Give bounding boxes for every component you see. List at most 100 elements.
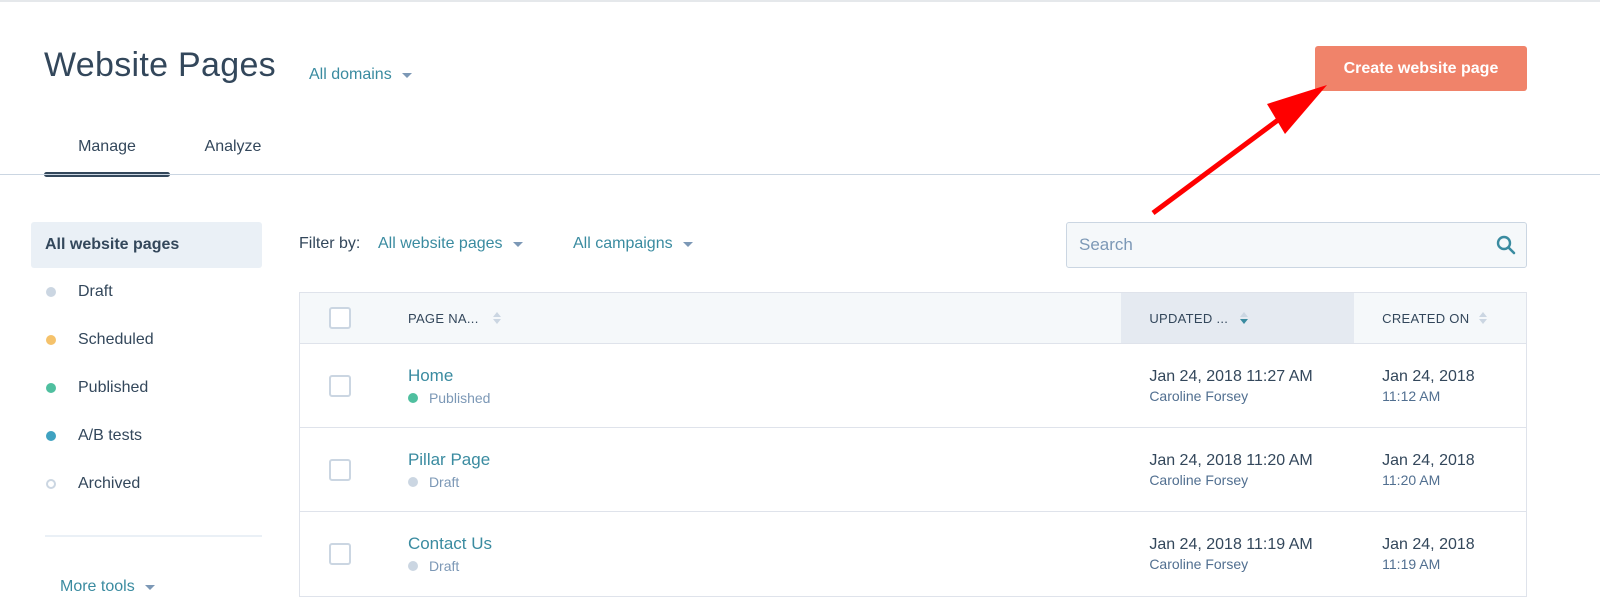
caret-down-icon: [144, 584, 155, 590]
created-cell: Jan 24, 2018 11:19 AM: [1354, 512, 1526, 596]
column-header-label: UPDATED ...: [1149, 310, 1229, 326]
sort-descending-icon: [1240, 312, 1249, 324]
sidebar-item-published[interactable]: Published: [31, 364, 262, 412]
sidebar-item-label: A/B tests: [78, 427, 143, 444]
created-time: 11:20 AM: [1382, 471, 1441, 488]
page-name-link[interactable]: Contact Us: [408, 534, 492, 554]
filter-by-label: Filter by:: [299, 235, 361, 252]
table-row: Pillar Page Draft Jan 24, 2018 11:20 AM …: [300, 428, 1526, 512]
top-border: [0, 0, 1600, 2]
campaign-filter-label: All campaigns: [573, 235, 673, 252]
column-header-page-name[interactable]: PAGE NA...: [408, 293, 1121, 343]
domain-dropdown-label: All domains: [309, 66, 392, 83]
tab-analyze[interactable]: Analyze: [170, 130, 296, 176]
row-checkbox[interactable]: [329, 543, 351, 565]
status-dot-icon: [407, 561, 418, 571]
row-checkbox[interactable]: [329, 374, 351, 397]
updated-cell: Jan 24, 2018 11:19 AM Caroline Forsey: [1121, 512, 1354, 596]
select-all-cell: [300, 293, 408, 343]
status-dot-icon: [46, 431, 56, 441]
search-input[interactable]: [1079, 235, 1486, 255]
sidebar-item-label: Draft: [78, 283, 113, 300]
status-dot-icon: [407, 392, 418, 403]
status-label: Draft: [428, 473, 460, 490]
created-time: 11:12 AM: [1382, 387, 1441, 404]
column-header-created-on[interactable]: CREATED ON: [1354, 293, 1526, 343]
created-time: 11:19 AM: [1382, 556, 1441, 572]
created-cell: Jan 24, 2018 11:20 AM: [1354, 428, 1526, 511]
sidebar-item-draft[interactable]: Draft: [31, 268, 262, 316]
create-website-page-button[interactable]: Create website page: [1315, 46, 1527, 91]
table-row: Contact Us Draft Jan 24, 2018 11:19 AM C…: [300, 512, 1526, 596]
status-label: Draft: [428, 558, 460, 574]
sidebar-item-label: Scheduled: [78, 331, 154, 348]
column-header-label: CREATED ON: [1382, 310, 1470, 326]
search-icon[interactable]: [1486, 223, 1526, 267]
tab-manage-label: Manage: [78, 138, 136, 155]
status-badge: Draft: [407, 558, 460, 574]
sidebar-divider: [45, 535, 262, 537]
annotation-arrow-head-icon: [1267, 85, 1327, 134]
updated-date: Jan 24, 2018 11:19 AM: [1149, 536, 1313, 553]
status-label: Published: [428, 389, 491, 406]
campaign-filter-dropdown[interactable]: All campaigns: [573, 235, 693, 253]
page-type-filter-dropdown[interactable]: All website pages: [378, 235, 523, 253]
page-type-filter-label: All website pages: [378, 235, 503, 252]
sidebar-item-label: Published: [78, 379, 149, 396]
tab-analyze-label: Analyze: [204, 138, 262, 155]
created-date: Jan 24, 2018: [1382, 367, 1475, 385]
sidebar-item-archived[interactable]: Archived: [31, 460, 262, 508]
row-select-cell: [300, 344, 408, 427]
status-dot-icon: [46, 287, 56, 297]
sidebar: All website pages Draft Scheduled Publis…: [31, 222, 262, 537]
created-date: Jan 24, 2018: [1382, 451, 1475, 469]
status-dot-icon: [46, 335, 56, 345]
status-dot-icon: [46, 383, 56, 393]
status-dot-icon: [407, 476, 418, 487]
updated-date: Jan 24, 2018 11:27 AM: [1149, 367, 1313, 385]
caret-down-icon: [512, 241, 523, 247]
more-tools-label: More tools: [60, 578, 135, 595]
row-select-cell: [300, 428, 408, 511]
updated-cell: Jan 24, 2018 11:20 AM Caroline Forsey: [1121, 428, 1354, 511]
created-date: Jan 24, 2018: [1382, 536, 1475, 553]
tabs-divider: [0, 174, 1600, 175]
page-name-cell: Contact Us Draft: [407, 512, 1121, 596]
updated-by: Caroline Forsey: [1149, 471, 1249, 488]
updated-date: Jan 24, 2018 11:20 AM: [1149, 451, 1313, 469]
sidebar-item-label: Archived: [78, 475, 141, 492]
domain-dropdown[interactable]: All domains: [309, 66, 412, 84]
created-cell: Jan 24, 2018 11:12 AM: [1354, 344, 1526, 427]
updated-by: Caroline Forsey: [1149, 556, 1249, 572]
page-name-link[interactable]: Home: [408, 366, 453, 386]
column-header-label: PAGE NA...: [407, 310, 479, 326]
status-badge: Draft: [407, 473, 460, 490]
page-title: Website Pages: [44, 46, 276, 84]
status-badge: Published: [407, 389, 491, 406]
row-select-cell: [300, 512, 408, 596]
page-name-link[interactable]: Pillar Page: [408, 450, 490, 470]
table-header: PAGE NA... UPDATED ... CREATED ON: [300, 293, 1526, 344]
more-tools-dropdown[interactable]: More tools: [60, 578, 155, 596]
row-checkbox[interactable]: [329, 458, 351, 481]
column-header-updated[interactable]: UPDATED ...: [1121, 293, 1355, 343]
tab-manage[interactable]: Manage: [44, 130, 170, 177]
caret-down-icon: [682, 241, 693, 247]
table-row: Home Published Jan 24, 2018 11:27 AM Car…: [300, 344, 1526, 428]
search-box: [1066, 222, 1527, 268]
page-name-cell: Home Published: [407, 344, 1121, 427]
tab-bar: Manage Analyze: [44, 130, 296, 177]
sort-icon: [1479, 312, 1488, 324]
sidebar-item-scheduled[interactable]: Scheduled: [31, 316, 262, 364]
updated-by: Caroline Forsey: [1149, 387, 1249, 404]
updated-cell: Jan 24, 2018 11:27 AM Caroline Forsey: [1121, 344, 1354, 427]
caret-down-icon: [401, 72, 412, 78]
sort-icon: [492, 312, 501, 324]
sidebar-item-all-website-pages[interactable]: All website pages: [31, 222, 262, 268]
select-all-checkbox[interactable]: [329, 307, 351, 329]
annotation-arrow-shaft: [1151, 117, 1280, 216]
status-dot-hollow-icon: [46, 479, 56, 489]
sidebar-item-ab-tests[interactable]: A/B tests: [31, 412, 262, 460]
pages-table: PAGE NA... UPDATED ... CREATED ON Home P…: [299, 292, 1527, 597]
page-name-cell: Pillar Page Draft: [407, 428, 1121, 511]
